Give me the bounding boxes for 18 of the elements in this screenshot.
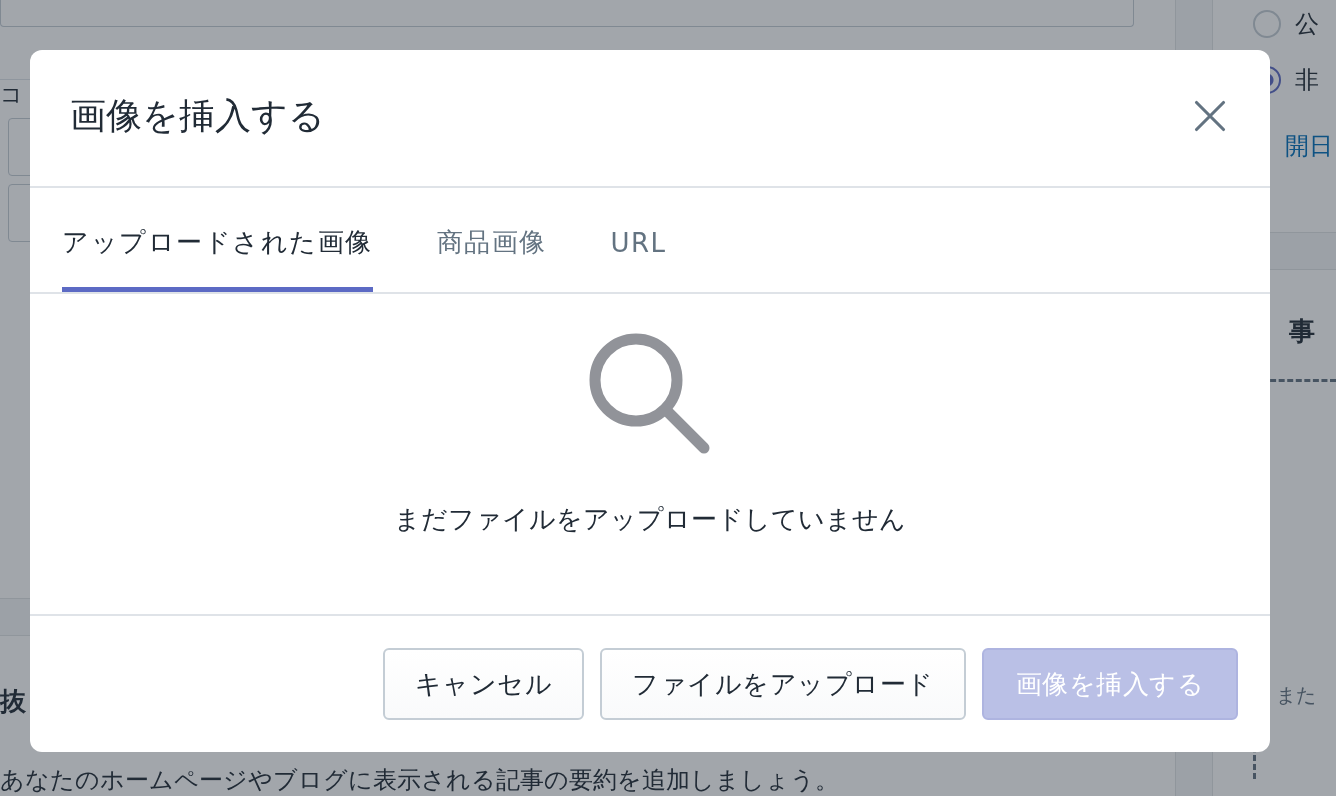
tab[interactable]: 商品画像	[436, 188, 547, 292]
radio-label: 非	[1295, 65, 1319, 96]
section-heading: 抜	[0, 686, 26, 716]
empty-state-message: まだファイルをアップロードしていません	[394, 503, 906, 536]
field-label: コ	[0, 81, 23, 109]
dialog-button[interactable]: ファイルをアップロード	[600, 648, 966, 720]
radio-button[interactable]	[1253, 10, 1281, 38]
dialog-button[interactable]: キャンセル	[382, 648, 584, 720]
section-description: あなたのホームページやブログに表示される記事の要約を追加しましょう。	[0, 765, 840, 796]
date-link[interactable]: 開日	[1285, 130, 1333, 162]
search-icon	[588, 332, 712, 456]
close-icon[interactable]	[1192, 98, 1228, 134]
dialog-title: 画像を挿入する	[70, 93, 325, 138]
tab[interactable]: アップロードされた画像	[62, 188, 373, 292]
card-heading: 事	[1289, 315, 1315, 348]
tab[interactable]: URL	[610, 188, 667, 292]
drop-zone-hint: また	[1276, 683, 1316, 707]
radio-label: 公	[1295, 9, 1319, 40]
